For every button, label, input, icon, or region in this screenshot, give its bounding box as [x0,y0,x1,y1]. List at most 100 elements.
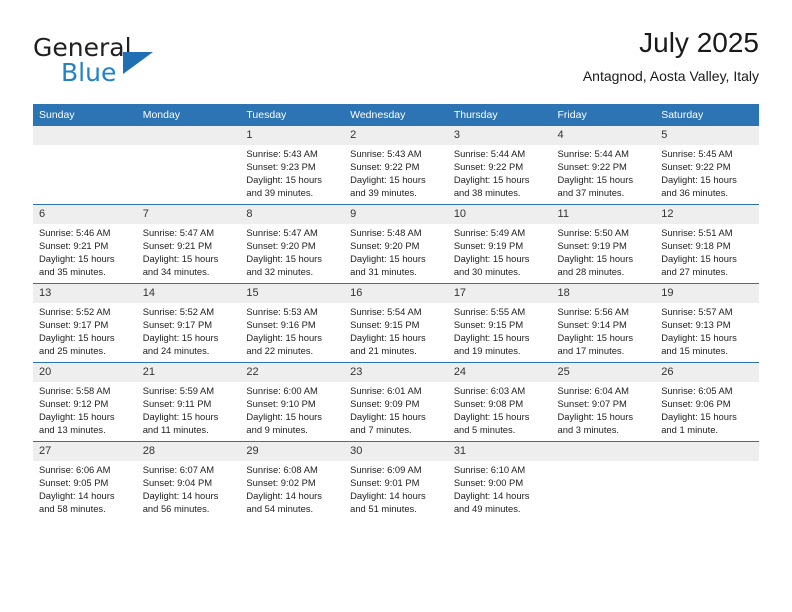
day-details: Sunrise: 5:52 AM Sunset: 9:17 PM Daylight:… [33,303,137,358]
calendar-empty-cell [551,441,656,520]
day-number: 21 [136,363,241,382]
calendar-day-cell[interactable]: 28 Sunrise: 6:07 AM Sunset: 9:04 PM Dayligh… [136,441,241,520]
daylight-text: Daylight: 14 hours and 49 minutes. [453,489,530,514]
calendar-day-cell[interactable]: 22 Sunrise: 6:00 AM Sunset: 9:10 PM Dayligh… [240,362,345,442]
daylight-text: Daylight: 14 hours and 58 minutes. [39,489,115,514]
day-number: 10 [447,205,552,224]
sunset-text: Sunset: 9:10 PM [246,397,316,409]
day-details: Sunrise: 6:07 AM Sunset: 9:04 PM Daylight:… [137,461,241,516]
calendar-day-cell[interactable]: 15 Sunrise: 5:53 AM Sunset: 9:16 PM Dayligh… [240,283,345,363]
calendar-day-cell[interactable]: 17 Sunrise: 5:55 AM Sunset: 9:15 PM Dayligh… [447,283,552,363]
calendar-week-row: 13 Sunrise: 5:52 AM Sunset: 9:17 PM Dayligh… [33,283,759,363]
sunrise-text: Sunrise: 5:58 AM [39,385,111,396]
calendar-day-cell[interactable]: 6 Sunrise: 5:46 AM Sunset: 9:21 PM Daylight… [33,204,137,284]
calendar-day-cell[interactable]: 25 Sunrise: 6:04 AM Sunset: 9:07 PM Dayligh… [551,362,656,442]
page-header: General Blue July 2025 Antagnod, Aosta V… [33,26,759,98]
calendar-day-cell[interactable]: 5 Sunrise: 5:45 AM Sunset: 9:22 PM Daylight… [655,126,759,205]
calendar-day-cell[interactable]: 7 Sunrise: 5:47 AM Sunset: 9:21 PM Daylight… [136,204,241,284]
calendar-day-cell[interactable]: 10 Sunrise: 5:49 AM Sunset: 9:19 PM Dayligh… [447,204,552,284]
day-number: 14 [136,284,241,303]
calendar-day-cell[interactable]: 23 Sunrise: 6:01 AM Sunset: 9:09 PM Dayligh… [344,362,448,442]
sunset-text: Sunset: 9:16 PM [246,318,316,330]
weekday-header-sunday: Sunday [33,104,137,126]
sunrise-text: Sunrise: 5:52 AM [142,306,215,317]
calendar-day-cell[interactable]: 4 Sunrise: 5:44 AM Sunset: 9:22 PM Daylight… [551,126,656,205]
day-number: 31 [447,442,552,461]
sunrise-text: Sunrise: 5:51 AM [661,227,733,238]
calendar-header-row: Sunday Monday Tuesday Wednesday Thursday… [33,104,759,126]
day-number: 12 [655,205,759,224]
daylight-text: Daylight: 15 hours and 9 minutes. [246,410,322,435]
sunrise-text: Sunrise: 5:49 AM [453,227,526,238]
calendar-day-cell[interactable]: 12 Sunrise: 5:51 AM Sunset: 9:18 PM Dayligh… [655,204,759,284]
day-number: 7 [136,205,241,224]
sunrise-text: Sunrise: 5:47 AM [246,227,318,238]
sunset-text: Sunset: 9:06 PM [661,397,731,409]
sunrise-text: Sunrise: 5:45 AM [661,148,733,159]
calendar-empty-cell [136,126,241,205]
day-details: Sunrise: 5:44 AM Sunset: 9:22 PM Daylight:… [448,145,552,200]
day-number: 27 [33,442,137,461]
calendar-day-cell[interactable]: 20 Sunrise: 5:58 AM Sunset: 9:12 PM Dayligh… [33,362,137,442]
calendar-week-row: 20 Sunrise: 5:58 AM Sunset: 9:12 PM Dayligh… [33,362,759,442]
calendar-day-cell[interactable]: 16 Sunrise: 5:54 AM Sunset: 9:15 PM Dayligh… [344,283,448,363]
calendar-day-cell[interactable]: 26 Sunrise: 6:05 AM Sunset: 9:06 PM Dayligh… [655,362,759,442]
daylight-text: Daylight: 15 hours and 1 minute. [661,410,737,435]
calendar-day-cell[interactable]: 9 Sunrise: 5:48 AM Sunset: 9:20 PM Daylight… [344,204,448,284]
day-number [655,442,759,461]
day-number: 25 [551,363,656,382]
day-number: 19 [655,284,759,303]
sunrise-text: Sunrise: 5:46 AM [39,227,111,238]
calendar-day-cell[interactable]: 18 Sunrise: 5:56 AM Sunset: 9:14 PM Dayligh… [551,283,656,363]
generalblue-logo[interactable]: General Blue [33,34,243,90]
day-number: 11 [551,205,656,224]
sunrise-text: Sunrise: 6:00 AM [246,385,318,396]
calendar-day-cell[interactable]: 14 Sunrise: 5:52 AM Sunset: 9:17 PM Dayligh… [136,283,241,363]
sunset-text: Sunset: 9:22 PM [350,160,420,172]
calendar-day-cell[interactable]: 11 Sunrise: 5:50 AM Sunset: 9:19 PM Dayligh… [551,204,656,284]
day-details: Sunrise: 6:03 AM Sunset: 9:08 PM Daylight:… [448,382,552,437]
sunset-text: Sunset: 9:07 PM [557,397,627,409]
calendar-day-cell[interactable]: 29 Sunrise: 6:08 AM Sunset: 9:02 PM Dayligh… [240,441,345,520]
sunset-text: Sunset: 9:17 PM [39,318,109,330]
calendar-week-row: 1 Sunrise: 5:43 AM Sunset: 9:23 PM Daylight… [33,126,759,205]
calendar-day-cell[interactable]: 31 Sunrise: 6:10 AM Sunset: 9:00 PM Dayligh… [447,441,552,520]
sunset-text: Sunset: 9:08 PM [453,397,524,409]
weekday-header-wednesday: Wednesday [344,104,448,126]
calendar-day-cell[interactable]: 19 Sunrise: 5:57 AM Sunset: 9:13 PM Dayligh… [655,283,759,363]
calendar-day-cell[interactable]: 13 Sunrise: 5:52 AM Sunset: 9:17 PM Dayligh… [33,283,137,363]
sunrise-text: Sunrise: 6:06 AM [39,464,111,475]
calendar-grid: Sunday Monday Tuesday Wednesday Thursday… [33,104,759,520]
daylight-text: Daylight: 15 hours and 28 minutes. [557,252,634,277]
sunrise-text: Sunrise: 5:48 AM [350,227,422,238]
sunrise-text: Sunrise: 5:54 AM [350,306,422,317]
sunrise-text: Sunrise: 5:59 AM [142,385,215,396]
sunrise-text: Sunrise: 6:08 AM [246,464,318,475]
day-details: Sunrise: 6:01 AM Sunset: 9:09 PM Daylight:… [344,382,448,437]
day-details: Sunrise: 5:47 AM Sunset: 9:20 PM Daylight:… [240,224,344,279]
sunset-text: Sunset: 9:00 PM [453,476,524,488]
calendar-day-cell[interactable]: 30 Sunrise: 6:09 AM Sunset: 9:01 PM Dayligh… [344,441,448,520]
calendar-day-cell[interactable]: 3 Sunrise: 5:44 AM Sunset: 9:22 PM Daylight… [447,126,552,205]
sunset-text: Sunset: 9:19 PM [453,239,524,251]
day-number: 26 [655,363,759,382]
day-number [33,126,137,145]
day-number: 8 [240,205,345,224]
day-details: Sunrise: 6:04 AM Sunset: 9:07 PM Daylight:… [552,382,656,437]
calendar-day-cell[interactable]: 2 Sunrise: 5:43 AM Sunset: 9:22 PM Daylight… [344,126,448,205]
day-details: Sunrise: 5:50 AM Sunset: 9:19 PM Daylight:… [552,224,656,279]
day-number [136,126,241,145]
calendar-day-cell[interactable]: 1 Sunrise: 5:43 AM Sunset: 9:23 PM Daylight… [240,126,345,205]
calendar-day-cell[interactable]: 21 Sunrise: 5:59 AM Sunset: 9:11 PM Dayligh… [136,362,241,442]
sunset-text: Sunset: 9:09 PM [350,397,420,409]
daylight-text: Daylight: 15 hours and 19 minutes. [453,331,530,356]
calendar-day-cell[interactable]: 27 Sunrise: 6:06 AM Sunset: 9:05 PM Dayligh… [33,441,137,520]
sunrise-text: Sunrise: 6:07 AM [142,464,215,475]
sunset-text: Sunset: 9:15 PM [453,318,524,330]
calendar-day-cell[interactable]: 24 Sunrise: 6:03 AM Sunset: 9:08 PM Dayligh… [447,362,552,442]
sunrise-text: Sunrise: 5:57 AM [661,306,733,317]
day-details: Sunrise: 5:55 AM Sunset: 9:15 PM Daylight:… [448,303,552,358]
calendar-body: 1 Sunrise: 5:43 AM Sunset: 9:23 PM Daylight… [33,126,759,520]
weekday-header-tuesday: Tuesday [240,104,345,126]
calendar-day-cell[interactable]: 8 Sunrise: 5:47 AM Sunset: 9:20 PM Daylight… [240,204,345,284]
